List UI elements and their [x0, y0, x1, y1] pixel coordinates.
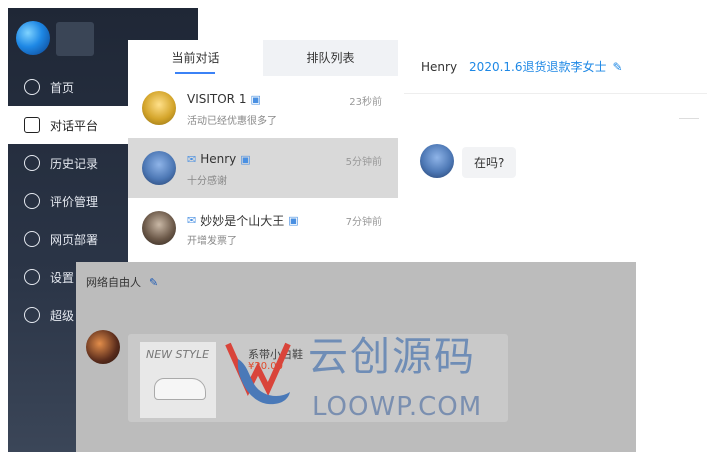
- rating-icon: [24, 193, 40, 209]
- watermark-en: LOOWP.COM: [312, 392, 483, 422]
- sidebar-item-label: 评价管理: [50, 194, 99, 209]
- conversation-preview: 十分感谢: [187, 176, 227, 187]
- conversation-time: 5分钟前: [345, 157, 382, 168]
- sidebar-item-label: 网页部署: [50, 232, 99, 247]
- conversation-item[interactable]: VISITOR 1 ▣ 活动已经优惠很多了 23秒前: [128, 78, 398, 138]
- sidebar-item-home[interactable]: 首页: [8, 68, 128, 106]
- message-bubble: 在吗?: [462, 147, 517, 178]
- conversation-name-text: VISITOR 1: [187, 92, 247, 106]
- chat-user: Henry: [421, 59, 458, 74]
- settings-icon: [24, 269, 40, 285]
- product-image: NEW STYLE: [140, 342, 216, 418]
- sidebar-item-rating[interactable]: 评价管理: [8, 182, 128, 220]
- active-tab-indicator: [175, 72, 215, 74]
- logo: [16, 21, 50, 55]
- overlay-header: 网络自由人 ✎: [86, 274, 158, 290]
- avatar: [142, 91, 176, 125]
- conversation-name: ✉ 妙妙是个山大王 ▣: [187, 212, 299, 229]
- deploy-icon: [24, 231, 40, 247]
- watermark-cn: 云创源码: [308, 334, 476, 380]
- avatar: [142, 211, 176, 245]
- avatar: [86, 330, 120, 364]
- message-icon: ▣: [288, 214, 299, 227]
- sidebar-item-history[interactable]: 历史记录: [8, 144, 128, 182]
- mail-icon: ✉: [187, 214, 197, 227]
- message-icon: ▣: [250, 92, 261, 106]
- overlay-panel: 网络自由人 ✎ NEW STYLE 系带小白鞋 ¥20.00 云创源码 LOOW…: [76, 262, 636, 452]
- mail-icon: ✉: [187, 152, 197, 166]
- super-icon: [24, 307, 40, 323]
- overlay-title: 网络自由人: [86, 276, 141, 289]
- chat-icon: [24, 117, 40, 133]
- chat-panel: Henry 2020.1.6退货退款李女士 ✎ 在吗?: [404, 40, 707, 270]
- tab-current-conversations[interactable]: 当前对话: [128, 40, 263, 76]
- username-placeholder: [56, 22, 94, 56]
- watermark-logo-icon: [225, 342, 291, 405]
- edit-icon[interactable]: ✎: [613, 60, 623, 74]
- conversation-preview: 活动已经优惠很多了: [187, 116, 277, 127]
- edit-icon[interactable]: ✎: [149, 276, 158, 289]
- chat-header: Henry 2020.1.6退货退款李女士 ✎: [404, 40, 707, 94]
- sidebar-item-label: 设置: [50, 270, 75, 285]
- sidebar-item-label: 对话平台: [50, 118, 99, 133]
- shoe-icon: [154, 378, 206, 400]
- chat-title: 2020.1.6退货退款李女士: [469, 60, 607, 74]
- sidebar-item-deploy[interactable]: 网页部署: [8, 220, 128, 258]
- conversation-time: 23秒前: [349, 97, 382, 108]
- conversation-panel: 当前对话 排队列表 VISITOR 1 ▣ 活动已经优惠很多了 23秒前 ✉ H…: [128, 40, 398, 270]
- sidebar-item-chat[interactable]: 对话平台: [8, 106, 128, 144]
- conversation-name: ✉ Henry ▣: [187, 152, 251, 166]
- conversation-name-text: Henry: [200, 152, 237, 166]
- home-icon: [24, 79, 40, 95]
- avatar: [420, 144, 454, 178]
- message-icon: ▣: [240, 152, 251, 166]
- tab-queue-list[interactable]: 排队列表: [263, 40, 398, 76]
- sidebar-item-label: 首页: [50, 80, 75, 95]
- sidebar-item-label: 历史记录: [50, 156, 99, 171]
- avatar: [142, 151, 176, 185]
- conversation-name-text: 妙妙是个山大王: [200, 214, 285, 228]
- sidebar-item-label: 超级: [50, 308, 75, 323]
- conversation-time: 7分钟前: [345, 217, 382, 228]
- product-style-text: NEW STYLE: [146, 348, 210, 361]
- conversation-item-selected[interactable]: ✉ Henry ▣ 十分感谢 5分钟前: [128, 138, 398, 198]
- history-icon: [24, 155, 40, 171]
- conversation-preview: 开增发票了: [187, 236, 237, 247]
- conversation-name: VISITOR 1 ▣: [187, 92, 261, 106]
- conversation-tabs: 当前对话 排队列表: [128, 40, 398, 76]
- conversation-item[interactable]: ✉ 妙妙是个山大王 ▣ 开增发票了 7分钟前: [128, 198, 398, 258]
- divider: [679, 118, 699, 119]
